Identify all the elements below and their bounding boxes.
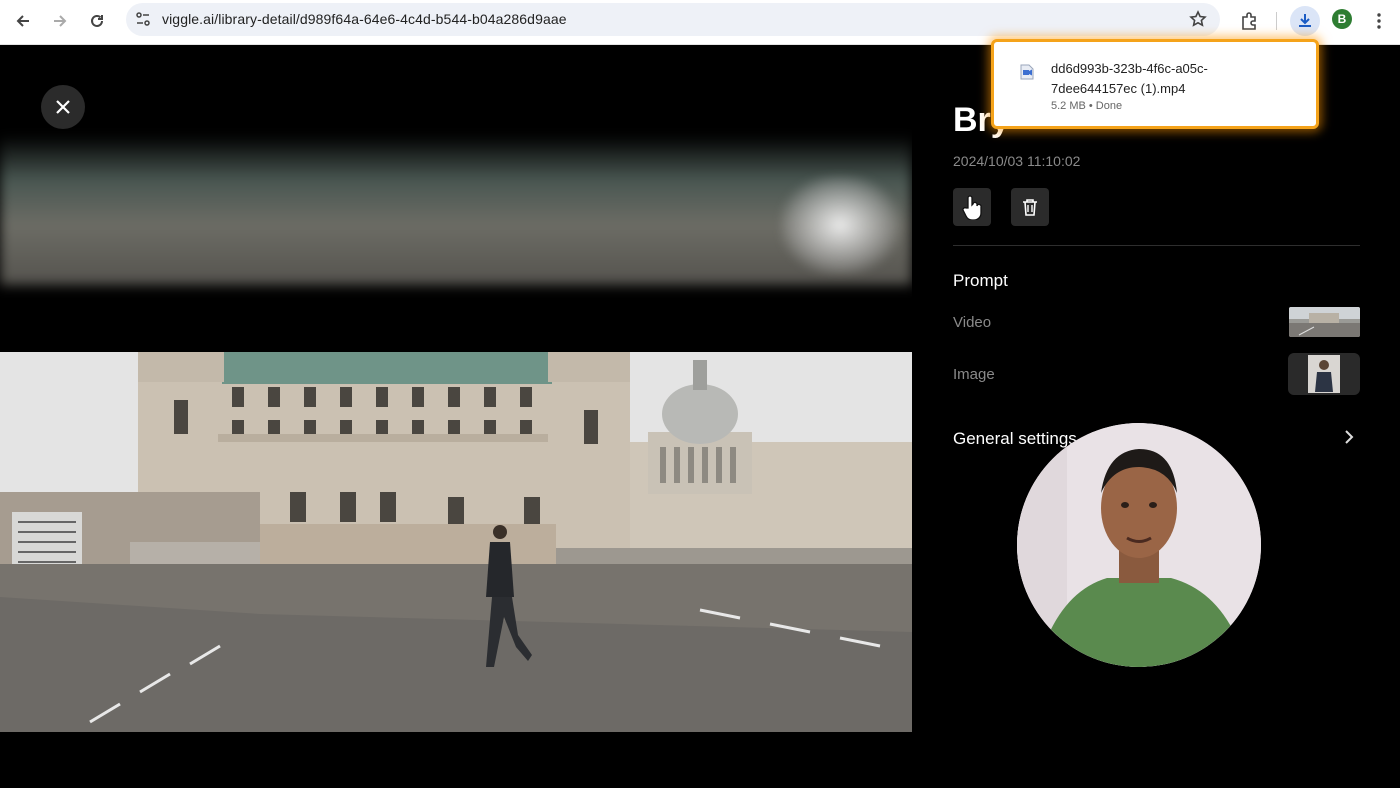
prompt-heading: Prompt (953, 271, 1008, 290)
profile-avatar[interactable]: B (1332, 9, 1352, 29)
bookmark-star-icon[interactable] (1188, 9, 1208, 29)
image-label: Image (953, 366, 995, 383)
general-settings-label[interactable]: General settings (953, 429, 1077, 449)
presenter-webcam (1017, 423, 1261, 667)
download-button[interactable] (1290, 6, 1320, 36)
reload-button[interactable] (82, 6, 112, 36)
hand-cursor-icon (962, 195, 982, 220)
extensions-icon[interactable] (1234, 6, 1264, 36)
download-filename[interactable]: dd6d993b-323b-4f6c-a05c-7dee644157ec (1)… (1051, 59, 1291, 99)
trash-icon (1023, 199, 1037, 216)
back-button[interactable] (8, 6, 38, 36)
created-date: 2024/10/03 11:10:02 (953, 153, 1081, 169)
blurred-background (0, 135, 912, 285)
download-video-button[interactable] (953, 188, 991, 226)
close-button[interactable] (41, 85, 85, 129)
video-thumbnail[interactable] (1289, 307, 1360, 337)
more-menu-icon[interactable] (1364, 6, 1394, 36)
video-preview-area (0, 45, 912, 788)
download-popup[interactable]: dd6d993b-323b-4f6c-a05c-7dee644157ec (1)… (991, 39, 1319, 129)
forward-button[interactable] (45, 6, 75, 36)
video-label: Video (953, 314, 992, 331)
url-text[interactable]: viggle.ai/library-detail/d989f64a-64e6-4… (162, 11, 567, 27)
image-thumbnail[interactable] (1288, 353, 1360, 395)
back-icon (16, 15, 29, 27)
section-divider (953, 245, 1360, 246)
reload-icon (91, 14, 103, 27)
blurred-glow (780, 175, 900, 275)
site-info-icon[interactable] (134, 10, 152, 28)
delete-button[interactable] (1011, 188, 1049, 226)
detail-panel: Bry 2024/10/03 11:10:02 Prompt Video Ima… (912, 45, 1400, 788)
toolbar-divider (1276, 12, 1277, 30)
address-bar[interactable]: viggle.ai/library-detail/d989f64a-64e6-4… (126, 3, 1220, 36)
download-status: 5.2 MB • Done (1051, 100, 1123, 112)
chevron-right-icon[interactable] (1340, 427, 1358, 447)
download-icon (1299, 14, 1311, 27)
close-icon (56, 100, 70, 114)
video-frame[interactable] (0, 352, 912, 732)
video-file-icon (1020, 64, 1034, 80)
forward-icon (54, 15, 67, 27)
